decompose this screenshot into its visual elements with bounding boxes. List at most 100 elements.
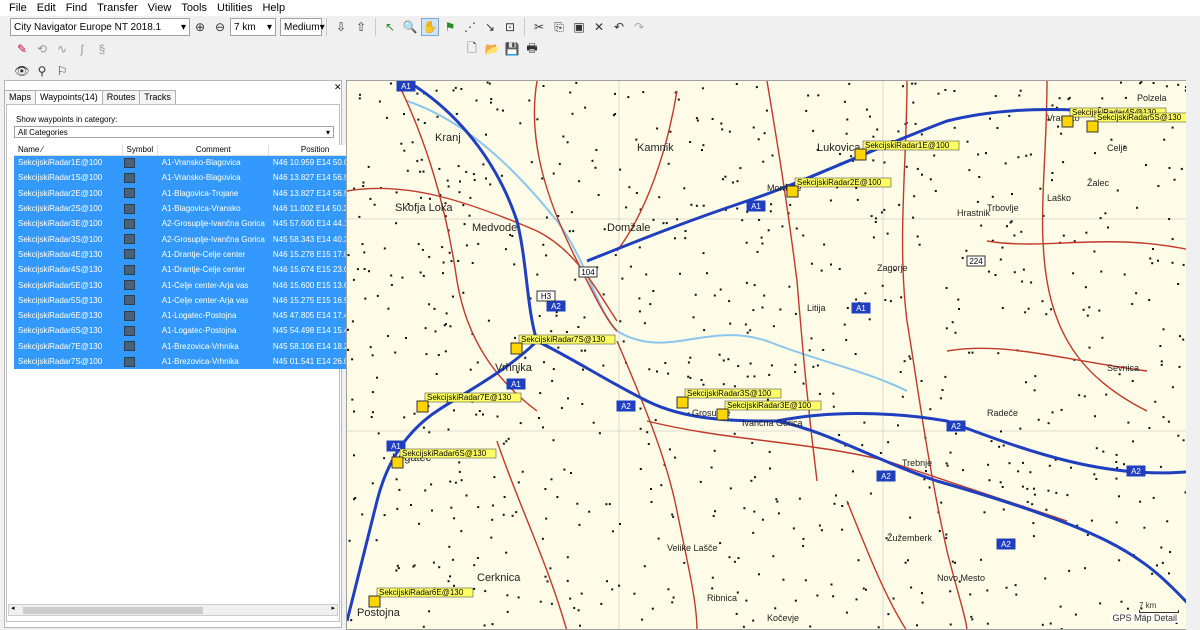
table-row[interactable]: SekcijskiRadar7S@100 A1-Brezovica-Vrhnika… [14, 353, 362, 370]
measure-tool-icon[interactable]: ⊡ [501, 18, 519, 36]
copy-icon[interactable]: ⎘ [550, 18, 568, 36]
hand-tool-icon[interactable]: ✋ [421, 18, 439, 36]
radar-marker[interactable]: SekcijskiRadar5S@130 [1086, 112, 1192, 133]
waypoint-tool-icon[interactable]: ⚑ [441, 18, 459, 36]
menu-view[interactable]: View [143, 2, 177, 14]
menu-help[interactable]: Help [257, 2, 290, 14]
menu-edit[interactable]: Edit [32, 2, 61, 14]
map-vertical-scrollbar[interactable] [1186, 80, 1194, 630]
column-header-name[interactable]: Name ⁄ [14, 145, 123, 156]
waypoint-name: SekcijskiRadar6E@130 [14, 307, 122, 324]
radar-marker[interactable]: SekcijskiRadar2E@100 [786, 177, 892, 198]
print-icon[interactable]: 🖶 [523, 40, 541, 58]
map-layers-icon[interactable]: ✎ [13, 40, 31, 58]
road-badges: A1A2H3104224A1A2A1A1A2A2A2A2A1 [386, 81, 1146, 550]
table-row[interactable]: SekcijskiRadar3E@100 A2-Grosuplje-Ivančna… [14, 216, 362, 232]
new-file-icon[interactable]: 🗋 [463, 40, 481, 58]
tab-tracks[interactable]: Tracks [139, 90, 176, 104]
waypoint-symbol [122, 323, 158, 339]
waypoint-symbol [122, 231, 158, 247]
radar-marker[interactable]: SekcijskiRadar6E@130 [368, 587, 474, 608]
zoom-in-icon[interactable]: ⊕ [191, 18, 209, 36]
cut-icon[interactable]: ✂ [530, 18, 548, 36]
table-row[interactable]: SekcijskiRadar7E@130 A1-Brezovica-Vrhnika… [14, 338, 362, 354]
send-to-device-icon[interactable]: ⇧ [352, 18, 370, 36]
paste-icon[interactable]: ▣ [570, 18, 588, 36]
horizontal-scrollbar[interactable]: ◂ ▸ [8, 604, 338, 616]
close-panel-icon[interactable]: ✕ [334, 82, 342, 93]
route-tool-icon[interactable]: ⋰ [461, 18, 479, 36]
table-row[interactable]: SekcijskiRadar3S@100 A2-Grosuplje-Ivančna… [14, 231, 362, 247]
tab-routes[interactable]: Routes [101, 90, 141, 104]
radar-marker[interactable]: SekcijskiRadar7E@130 [416, 392, 522, 413]
scroll-left-icon[interactable]: ◂ [11, 604, 15, 612]
distance-icon[interactable]: ∿ [53, 40, 71, 58]
table-row[interactable]: SekcijskiRadar1E@100 A1-Vransko-Blagovica… [14, 155, 362, 171]
undo-icon[interactable]: ↶ [610, 18, 628, 36]
delete-icon[interactable]: ✕ [590, 18, 608, 36]
detail-select[interactable]: Medium ▾ [280, 18, 325, 36]
radar-camera-icon [124, 295, 135, 306]
table-row[interactable]: SekcijskiRadar6E@130 A1-Logatec-Postojna N… [14, 307, 362, 324]
zoom-out-icon[interactable]: ⊖ [211, 18, 229, 36]
road-badge: A2 [1126, 465, 1146, 477]
tab-maps[interactable]: Maps [4, 90, 37, 104]
radar-label: SekcijskiRadar5S@130 [1097, 113, 1182, 122]
route-calc-icon[interactable]: ⟲ [33, 40, 51, 58]
svg-text:H3: H3 [541, 292, 552, 301]
scroll-thumb[interactable] [23, 607, 203, 614]
scale-bar: 7 km [1139, 601, 1179, 613]
waypoint-symbol [122, 338, 158, 354]
category-select[interactable]: All Categories ▾ [14, 126, 334, 138]
menu-find[interactable]: Find [61, 2, 92, 14]
filter-icon[interactable]: § [93, 40, 111, 58]
waypoint-name: SekcijskiRadar4S@130 [14, 262, 122, 278]
table-row[interactable]: SekcijskiRadar6S@130 A1-Logatec-Postojna N… [14, 323, 362, 339]
select-tool-icon[interactable]: ↖ [381, 18, 399, 36]
receive-from-device-icon[interactable]: ⇩ [332, 18, 350, 36]
scroll-right-icon[interactable]: ▸ [331, 604, 335, 612]
table-row[interactable]: SekcijskiRadar5S@130 A1-Celje center-Arja… [14, 292, 362, 308]
elevation-icon[interactable]: ʃ [73, 40, 91, 58]
separator [326, 18, 327, 36]
table-row[interactable]: SekcijskiRadar2S@100 A1-Blagovica-Vransko… [14, 200, 362, 217]
table-row[interactable]: SekcijskiRadar1S@100 A1-Vransko-Blagovica… [14, 170, 362, 186]
scale-select[interactable]: 7 km ▾ [230, 18, 276, 36]
chevron-down-icon: ▾ [266, 21, 272, 33]
waypoint-comment: A1-Logatec-Postojna [157, 323, 269, 339]
column-header-symbol[interactable]: Symbol [122, 145, 159, 156]
table-row[interactable]: SekcijskiRadar5E@130 A1-Celje center-Arja… [14, 277, 362, 293]
waypoint-symbol [122, 246, 158, 263]
radar-camera-icon [124, 218, 135, 229]
open-file-icon[interactable]: 📂 [483, 40, 501, 58]
town-label: Žalec [1087, 178, 1110, 188]
table-row[interactable]: SekcijskiRadar2E@100 A1-Blagovica-Trojane… [14, 185, 362, 201]
column-header-comment[interactable]: Comment [157, 145, 270, 156]
menu-utilities[interactable]: Utilities [212, 2, 257, 14]
menu-tools[interactable]: Tools [176, 2, 212, 14]
map-view[interactable]: Kranj Skofja Loka Medvode Domžale Kamnik Luko… [346, 80, 1194, 630]
menu-file[interactable]: File [4, 2, 32, 14]
road-badge: A2 [546, 300, 566, 312]
zoom-tool-icon[interactable]: 🔍 [401, 18, 419, 36]
map-canvas[interactable]: KranjSkofja LokaMedvode DomžaleKamnik Luko… [347, 81, 1194, 630]
town-label: Medvode [472, 222, 517, 234]
road-badge: A2 [876, 470, 896, 482]
radar-label: SekcijskiRadar6S@130 [402, 449, 487, 458]
map-product-select[interactable]: City Navigator Europe NT 2018.1 ▾ [10, 18, 190, 36]
find-nearby-icon[interactable]: ⚲ [33, 62, 51, 80]
road-badge: 104 [578, 266, 598, 278]
redo-icon[interactable]: ↷ [630, 18, 648, 36]
menu-transfer[interactable]: Transfer [92, 2, 143, 14]
toolbar-secondary: ✎ ⟲ ∿ ʃ § 🗋 📂 💾 🖶 [0, 38, 1200, 60]
town-label: Litija [807, 303, 826, 313]
town-label: Cerknica [477, 572, 521, 584]
find-icon[interactable]: 👁 [13, 62, 31, 80]
table-row[interactable]: SekcijskiRadar4S@130 A1-Drantje-Celje cen… [14, 262, 362, 278]
table-row[interactable]: SekcijskiRadar4E@130 A1-Drantje-Celje cen… [14, 246, 362, 263]
find-address-icon[interactable]: ⚐ [53, 62, 71, 80]
save-file-icon[interactable]: 💾 [503, 40, 521, 58]
tab-waypoints[interactable]: Waypoints(14) [35, 90, 103, 104]
track-tool-icon[interactable]: ↘ [481, 18, 499, 36]
waypoint-comment: A1-Vransko-Blagovica [157, 155, 269, 171]
